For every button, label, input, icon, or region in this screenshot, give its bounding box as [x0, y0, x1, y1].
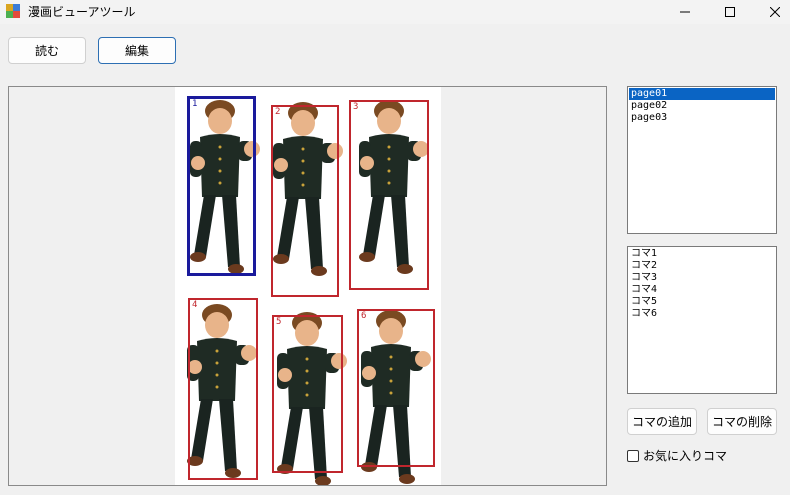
- panel-frame-number: 6: [361, 311, 367, 321]
- window-title: 漫画ビューアツール: [28, 5, 136, 19]
- favorite-label: お気に入りコマ: [643, 449, 728, 463]
- manga-page-image: 1 2 3 4 5 6: [175, 87, 441, 485]
- panel-frame-number: 3: [353, 102, 359, 112]
- panel-frame[interactable]: 2: [271, 105, 339, 297]
- favorite-checkbox-row[interactable]: お気に入りコマ: [627, 447, 727, 464]
- panel-frame-number: 4: [192, 300, 198, 310]
- favorite-checkbox[interactable]: [627, 449, 639, 462]
- panel-frame-number: 5: [276, 317, 282, 327]
- frame-list[interactable]: コマ1 コマ2 コマ3 コマ4 コマ5 コマ6: [627, 246, 777, 394]
- frame-list-item[interactable]: コマ5: [629, 296, 775, 308]
- maximize-icon: [725, 7, 735, 17]
- panel-frame[interactable]: 6: [357, 309, 435, 467]
- read-button[interactable]: 読む: [8, 37, 86, 64]
- edit-button[interactable]: 編集: [98, 37, 176, 64]
- frame-list-item[interactable]: コマ1: [629, 248, 775, 260]
- minimize-button[interactable]: [662, 0, 708, 24]
- close-icon: [770, 7, 780, 17]
- frame-list-item[interactable]: コマ2: [629, 260, 775, 272]
- page-list-item[interactable]: page02: [629, 100, 775, 112]
- panel-frame-number: 2: [275, 107, 281, 117]
- frame-list-item[interactable]: コマ6: [629, 308, 775, 320]
- delete-frame-button[interactable]: コマの削除: [707, 408, 777, 435]
- frame-list-item[interactable]: コマ3: [629, 272, 775, 284]
- frame-list-item[interactable]: コマ4: [629, 284, 775, 296]
- page-list-item[interactable]: page01: [629, 88, 775, 100]
- app-icon: [6, 4, 20, 18]
- minimize-icon: [680, 11, 690, 13]
- manga-viewer-canvas[interactable]: 1 2 3 4 5 6: [8, 86, 607, 486]
- panel-frame[interactable]: 1: [187, 96, 256, 276]
- title-bar: 漫画ビューアツール: [0, 0, 790, 24]
- add-frame-button[interactable]: コマの追加: [627, 408, 697, 435]
- panel-frame[interactable]: 3: [349, 100, 429, 290]
- page-list[interactable]: page01 page02 page03: [627, 86, 777, 234]
- close-button[interactable]: [752, 0, 790, 24]
- page-list-item[interactable]: page03: [629, 112, 775, 124]
- panel-frame[interactable]: 4: [188, 298, 258, 480]
- panel-frame-number: 1: [192, 99, 198, 109]
- panel-frame[interactable]: 5: [272, 315, 343, 473]
- maximize-button[interactable]: [707, 0, 753, 24]
